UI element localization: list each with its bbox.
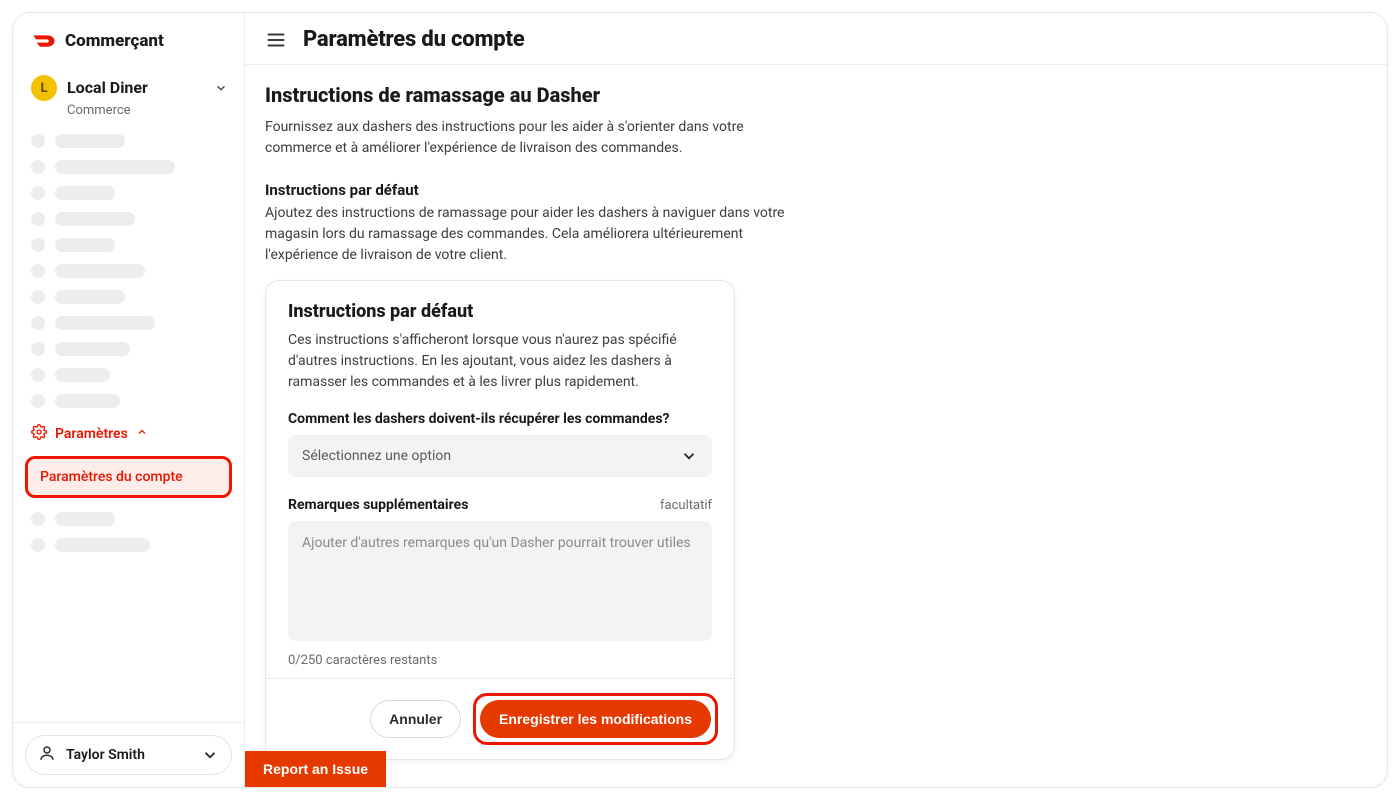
report-issue-label: Report an Issue [263, 761, 368, 777]
content: Instructions de ramassage au Dasher Four… [245, 65, 1387, 788]
store-name: Local Diner [67, 79, 148, 97]
main: Paramètres du compte Instructions de ram… [245, 13, 1387, 788]
chevron-down-icon [201, 746, 219, 764]
chevron-down-icon [680, 447, 698, 465]
card-footer: Annuler Enregistrer les modifications [266, 678, 734, 759]
default-instructions-card: Instructions par défaut Ces instructions… [265, 280, 735, 760]
report-issue-button[interactable]: Report an Issue [245, 751, 386, 787]
default-instructions-title: Instructions par défaut [265, 181, 1367, 199]
section-lead: Fournissez aux dashers des instructions … [265, 117, 785, 159]
notes-label: Remarques supplémentaires [288, 497, 468, 513]
brand-name: Commerçant [65, 31, 164, 51]
menu-icon[interactable] [265, 29, 287, 51]
char-counter: 0/250 caractères restants [288, 653, 712, 668]
user-menu[interactable]: Taylor Smith [25, 735, 232, 775]
store-avatar: L [31, 75, 57, 101]
cancel-label: Annuler [389, 711, 442, 727]
save-button-highlight: Enregistrer les modifications [473, 693, 718, 745]
store-selector[interactable]: L Local Diner [13, 61, 244, 105]
select-placeholder: Sélectionnez une option [302, 448, 451, 464]
card-title: Instructions par défaut [288, 301, 712, 322]
store-avatar-initial: L [40, 81, 47, 96]
chevron-up-icon [136, 426, 148, 442]
settings-label: Paramètres [55, 426, 128, 442]
nav-skeleton-group-1 [13, 118, 244, 408]
sidebar-item-account-settings[interactable]: Paramètres du compte [25, 456, 232, 498]
notes-optional-tag: facultatif [660, 498, 712, 513]
page-title: Paramètres du compte [303, 27, 525, 52]
sidebar: Commerçant L Local Diner Commerce [13, 13, 245, 787]
save-label: Enregistrer les modifications [499, 711, 692, 727]
card-lead: Ces instructions s'afficheront lorsque v… [288, 330, 712, 393]
brand-logo-icon [31, 32, 57, 50]
pickup-method-select[interactable]: Sélectionnez une option [288, 435, 712, 477]
user-name: Taylor Smith [66, 747, 145, 763]
notes-textarea[interactable] [288, 521, 712, 641]
topbar: Paramètres du compte [245, 13, 1387, 65]
save-button[interactable]: Enregistrer les modifications [480, 700, 711, 738]
account-settings-label: Paramètres du compte [40, 469, 183, 485]
store-subtitle: Commerce [13, 103, 244, 118]
sidebar-item-settings[interactable]: Paramètres [13, 408, 244, 450]
brand: Commerçant [13, 13, 244, 61]
nav-skeleton-group-2 [13, 498, 244, 552]
pickup-method-label: Comment les dashers doivent-ils récupére… [288, 411, 712, 427]
sidebar-footer: Taylor Smith [13, 722, 244, 787]
gear-icon [31, 424, 47, 444]
app-window: Commerçant L Local Diner Commerce [12, 12, 1388, 788]
user-icon [38, 744, 56, 766]
default-instructions-lead: Ajoutez des instructions de ramassage po… [265, 203, 785, 266]
cancel-button[interactable]: Annuler [370, 700, 461, 738]
chevron-down-icon [214, 81, 228, 95]
section-title: Instructions de ramassage au Dasher [265, 83, 1367, 107]
